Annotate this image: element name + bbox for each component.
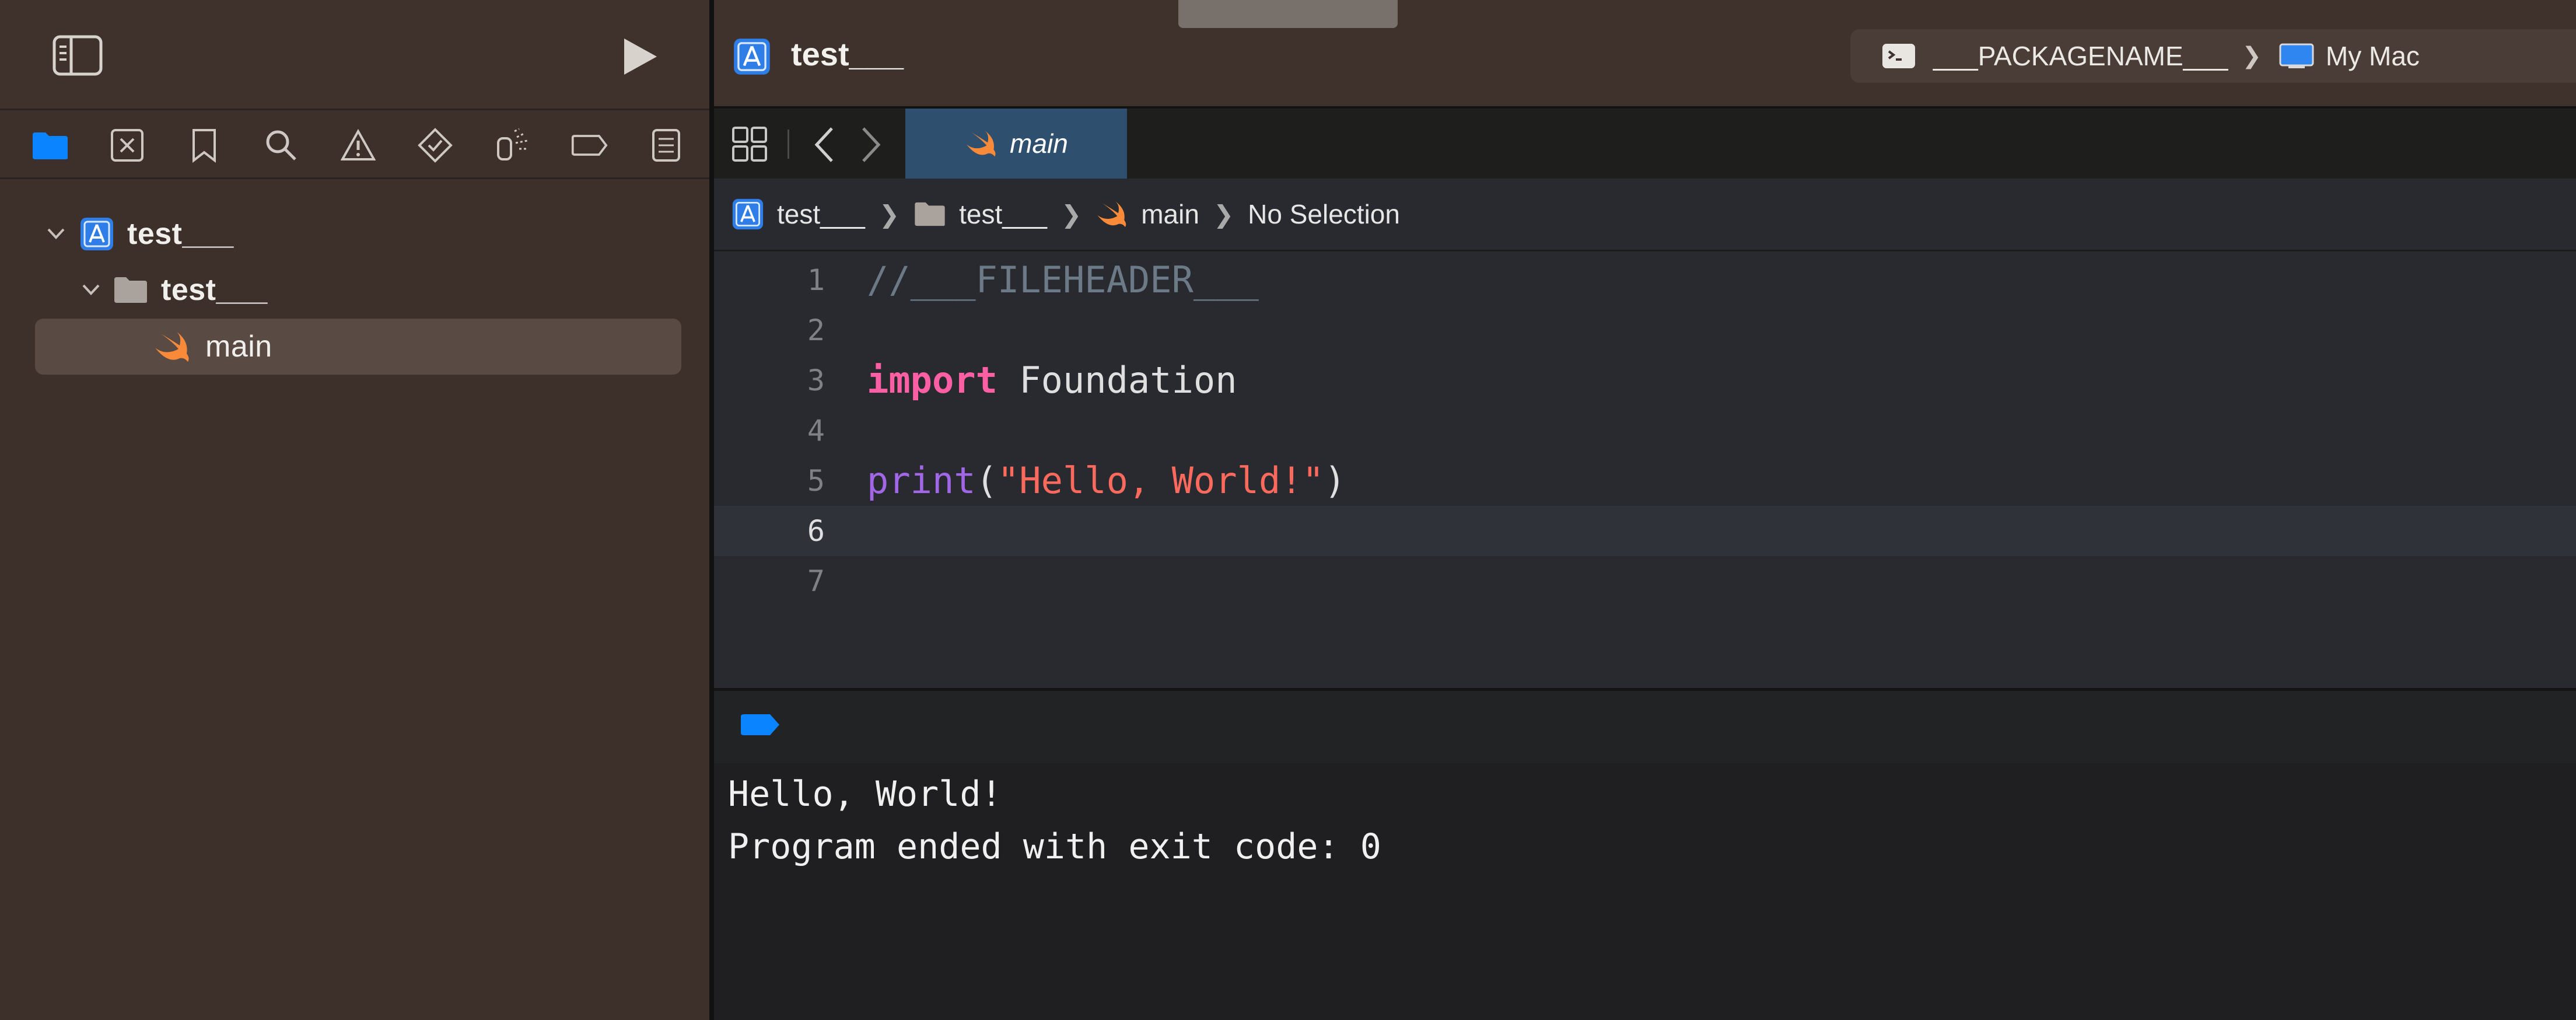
test-icon[interactable]	[416, 128, 454, 163]
code-line[interactable]: 2	[714, 305, 2576, 355]
tree-item-label: main	[205, 330, 272, 364]
grid-icon[interactable]	[732, 126, 768, 162]
string-token: "Hello, World!"	[997, 459, 1324, 502]
breadcrumb-folder[interactable]: test___	[959, 198, 1047, 230]
code-text: import Foundation	[867, 355, 1237, 406]
tree-item-folder[interactable]: test___	[79, 264, 268, 316]
swift-icon	[1096, 200, 1128, 228]
sidebar-toolbar	[0, 0, 709, 109]
breadcrumb-separator: ❯	[878, 200, 900, 228]
project-icon	[732, 198, 764, 230]
scheme-selector[interactable]: ___PACKAGENAME___ ❯ My Mac	[1850, 29, 2576, 83]
code-line[interactable]: 3 import Foundation	[714, 355, 2576, 406]
destination-name[interactable]: My Mac	[2326, 40, 2420, 72]
console-line: Program ended with exit code: 0	[728, 826, 1381, 867]
breakpoints-toggle-icon[interactable]	[740, 713, 780, 736]
keyword-token: import	[867, 359, 998, 401]
breadcrumb-file[interactable]: main	[1141, 198, 1199, 230]
swift-icon	[964, 130, 998, 158]
line-number: 6	[807, 514, 825, 548]
bookmark-icon[interactable]	[186, 128, 223, 163]
window-title: test___	[791, 36, 904, 72]
tree-item-project[interactable]: test___	[44, 208, 234, 260]
tab-main[interactable]: main	[905, 109, 1127, 179]
project-icon	[79, 216, 114, 251]
debug-bar	[714, 688, 2576, 766]
punctuation-token: )	[1324, 459, 1346, 502]
warning-icon[interactable]	[340, 128, 377, 163]
line-number: 4	[807, 414, 825, 448]
tab-label: main	[1010, 128, 1068, 159]
tree-item-label: test___	[127, 217, 234, 251]
code-text: //___FILEHEADER___	[867, 259, 1259, 301]
swift-icon	[153, 330, 191, 363]
breadcrumb-separator: ❯	[1213, 200, 1234, 228]
line-number: 7	[807, 564, 825, 598]
window-toolbar: test___ ___PACKAGENAME___ ❯ My Mac	[714, 0, 2576, 106]
folder-icon	[113, 276, 148, 304]
code-line[interactable]: 7	[714, 556, 2576, 606]
debug-icon[interactable]	[494, 128, 531, 163]
line-number: 3	[807, 364, 825, 397]
source-control-icon[interactable]	[108, 128, 146, 163]
source-editor[interactable]: 1 //___FILEHEADER___ 2 3 import Foundati…	[714, 251, 2576, 688]
report-icon[interactable]	[648, 128, 685, 163]
line-number: 2	[807, 313, 825, 347]
tree-selection-highlight	[35, 319, 681, 375]
navigator-selector-bar	[0, 110, 709, 177]
code-line[interactable]: 1 //___FILEHEADER___	[714, 255, 2576, 305]
code-line-current[interactable]: 6	[714, 506, 2576, 556]
run-button[interactable]	[621, 36, 659, 77]
xcode-window: test___ test___ main test___ ___PACKAGEN…	[0, 0, 2576, 1020]
tree-item-label: test___	[161, 273, 268, 307]
console-line: Hello, World!	[728, 774, 1002, 815]
divider	[0, 177, 709, 179]
chevron-down-icon[interactable]	[44, 222, 68, 246]
split-divider[interactable]	[709, 0, 714, 1020]
editor-area: test___ ___PACKAGENAME___ ❯ My Mac main …	[714, 0, 2576, 1020]
window-drag-handle	[1178, 0, 1398, 28]
terminal-icon	[1882, 43, 1916, 69]
identifier-token: Foundation	[997, 359, 1237, 401]
line-number: 1	[807, 263, 825, 297]
scheme-separator: ❯	[2242, 43, 2262, 69]
jump-bar: test___ ❯ test___ ❯ main ❯ No Selection	[714, 179, 2576, 251]
navigator-sidebar: test___ test___ main	[0, 0, 709, 1020]
search-icon[interactable]	[262, 128, 300, 163]
breadcrumb-project[interactable]: test___	[777, 198, 865, 230]
line-number: 5	[807, 464, 825, 498]
folder-icon[interactable]	[32, 128, 69, 163]
breakpoint-icon[interactable]	[570, 128, 608, 163]
folder-icon	[914, 201, 946, 227]
breadcrumb-symbol[interactable]: No Selection	[1248, 198, 1400, 230]
project-icon	[733, 37, 771, 76]
code-line[interactable]: 4	[714, 406, 2576, 456]
breadcrumb-separator: ❯	[1061, 200, 1082, 228]
function-token: print	[867, 459, 976, 502]
chevron-down-icon[interactable]	[79, 278, 103, 302]
forward-arrow-icon[interactable]	[860, 126, 883, 163]
sidebar-toggle-icon[interactable]	[52, 35, 103, 76]
punctuation-token: (	[975, 459, 998, 502]
code-text: print("Hello, World!")	[867, 456, 1346, 506]
tree-item-file[interactable]: main	[153, 320, 272, 373]
divider	[788, 130, 789, 159]
back-arrow-icon[interactable]	[812, 126, 835, 163]
console-output[interactable]: Hello, World! Program ended with exit co…	[714, 763, 2576, 1020]
scheme-name[interactable]: ___PACKAGENAME___	[1933, 40, 2228, 72]
tab-bar: main	[714, 106, 2576, 181]
mac-icon	[2279, 43, 2314, 69]
code-line[interactable]: 5 print("Hello, World!")	[714, 456, 2576, 506]
